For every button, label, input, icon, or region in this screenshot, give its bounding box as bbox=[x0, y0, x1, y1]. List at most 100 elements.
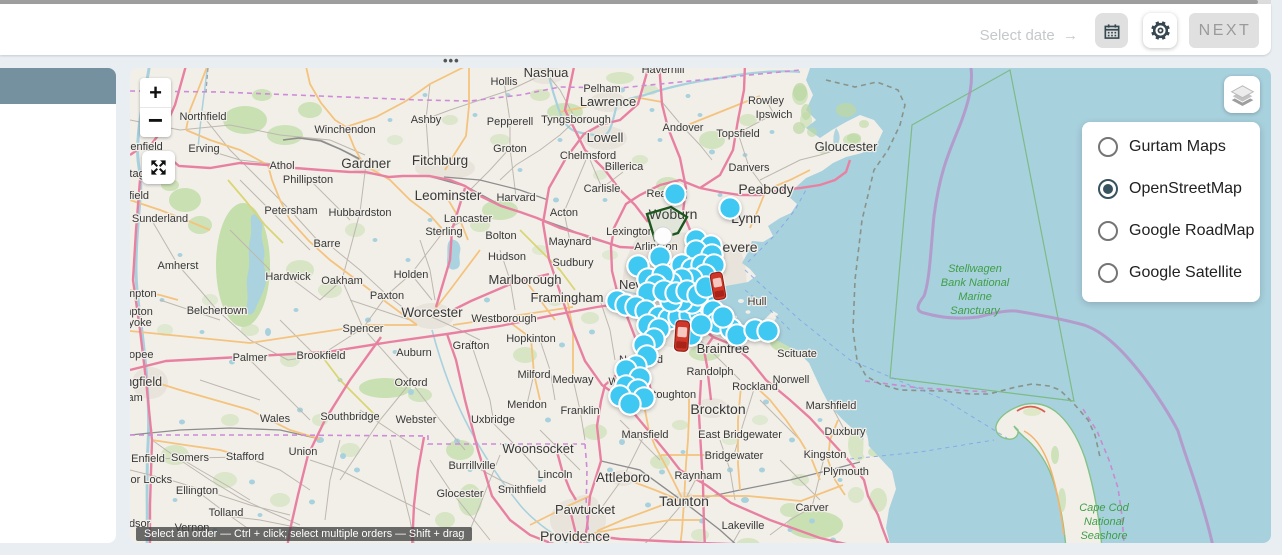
svg-text:Barre: Barre bbox=[314, 238, 341, 250]
svg-text:Brockton: Brockton bbox=[690, 401, 745, 417]
svg-text:Hopkinton: Hopkinton bbox=[506, 333, 556, 345]
svg-text:Paxton: Paxton bbox=[370, 290, 404, 302]
svg-text:Enfield: Enfield bbox=[131, 453, 165, 465]
svg-text:Holyoke: Holyoke bbox=[130, 317, 152, 329]
svg-text:Agawam: Agawam bbox=[130, 392, 143, 404]
svg-text:Marlborough: Marlborough bbox=[489, 272, 562, 287]
svg-text:Uxbridge: Uxbridge bbox=[471, 414, 515, 426]
svg-text:Ipswich: Ipswich bbox=[756, 109, 793, 121]
svg-text:Scituate: Scituate bbox=[777, 348, 817, 360]
svg-text:Winchendon: Winchendon bbox=[314, 124, 375, 136]
svg-text:Plymouth: Plymouth bbox=[823, 466, 869, 478]
svg-text:Oakham: Oakham bbox=[321, 275, 363, 287]
svg-text:Sanctuary: Sanctuary bbox=[950, 305, 1001, 317]
svg-text:Phillipston: Phillipston bbox=[283, 174, 333, 186]
svg-text:Auburn: Auburn bbox=[396, 347, 431, 359]
svg-text:East Bridgewater: East Bridgewater bbox=[698, 429, 782, 441]
svg-text:Mansfield: Mansfield bbox=[621, 429, 668, 441]
svg-text:Westborough: Westborough bbox=[471, 313, 536, 325]
svg-text:Marine: Marine bbox=[958, 291, 992, 303]
svg-text:Providence: Providence bbox=[540, 528, 610, 543]
svg-text:Hollis: Hollis bbox=[491, 76, 518, 88]
svg-text:Tolland: Tolland bbox=[209, 507, 244, 519]
svg-text:Rowley: Rowley bbox=[748, 95, 785, 107]
svg-text:Maynard: Maynard bbox=[549, 236, 592, 248]
svg-text:Erving: Erving bbox=[188, 143, 219, 155]
svg-text:Somers: Somers bbox=[171, 452, 209, 464]
svg-text:Seashore: Seashore bbox=[1080, 530, 1127, 542]
svg-text:Billerica: Billerica bbox=[605, 161, 644, 173]
svg-text:Topsfield: Topsfield bbox=[716, 128, 759, 140]
svg-text:Haverhill: Haverhill bbox=[642, 68, 685, 76]
svg-text:Southbridge: Southbridge bbox=[320, 411, 379, 423]
svg-text:Leominster: Leominster bbox=[415, 188, 482, 203]
svg-text:Smithfield: Smithfield bbox=[498, 484, 546, 496]
svg-text:Lakeville: Lakeville bbox=[722, 520, 765, 532]
svg-text:Pawtucket: Pawtucket bbox=[555, 502, 615, 517]
svg-text:Fitchburg: Fitchburg bbox=[412, 153, 468, 168]
svg-text:Hull: Hull bbox=[748, 296, 767, 308]
svg-text:Grafton: Grafton bbox=[453, 340, 490, 352]
svg-text:Bridgewater: Bridgewater bbox=[705, 450, 764, 462]
svg-text:Oxford: Oxford bbox=[394, 377, 427, 389]
svg-text:Lincoln: Lincoln bbox=[538, 469, 573, 481]
svg-text:Pepperell: Pepperell bbox=[487, 116, 533, 128]
svg-text:Chicopee: Chicopee bbox=[130, 349, 153, 361]
svg-text:Sunderland: Sunderland bbox=[132, 213, 188, 225]
svg-text:Carver: Carver bbox=[795, 502, 828, 514]
svg-text:Acton: Acton bbox=[550, 207, 578, 219]
svg-text:Sterling: Sterling bbox=[425, 226, 462, 238]
svg-text:Medway: Medway bbox=[553, 374, 594, 386]
svg-text:Ashby: Ashby bbox=[411, 114, 442, 126]
svg-text:Deerfield: Deerfield bbox=[130, 190, 149, 202]
svg-text:Marshfield: Marshfield bbox=[806, 400, 857, 412]
svg-text:Milford: Milford bbox=[517, 369, 550, 381]
svg-text:Springfield: Springfield bbox=[130, 375, 162, 389]
svg-text:Randolph: Randolph bbox=[686, 366, 733, 378]
svg-text:National: National bbox=[1084, 516, 1125, 528]
svg-text:Peabody: Peabody bbox=[738, 181, 793, 197]
svg-text:Palmer: Palmer bbox=[233, 352, 268, 364]
svg-text:Glocester: Glocester bbox=[436, 488, 483, 500]
svg-text:Attleboro: Attleboro bbox=[596, 470, 650, 485]
svg-text:Wales: Wales bbox=[260, 413, 291, 425]
svg-text:Cape Cod: Cape Cod bbox=[1079, 502, 1129, 514]
svg-text:Brookfield: Brookfield bbox=[297, 350, 346, 362]
svg-text:Lawrence: Lawrence bbox=[580, 94, 636, 109]
svg-text:Kingston: Kingston bbox=[804, 449, 847, 461]
svg-text:Holden: Holden bbox=[394, 269, 429, 281]
svg-text:Lancaster: Lancaster bbox=[444, 213, 493, 225]
svg-text:Hardwick: Hardwick bbox=[265, 271, 311, 283]
svg-text:Lexington: Lexington bbox=[606, 226, 654, 238]
svg-text:Danvers: Danvers bbox=[729, 162, 770, 174]
svg-text:Lowell: Lowell bbox=[587, 130, 624, 145]
svg-text:Tyngsborough: Tyngsborough bbox=[541, 114, 611, 126]
svg-text:Harvard: Harvard bbox=[496, 192, 535, 204]
svg-text:Andover: Andover bbox=[663, 122, 704, 134]
svg-text:Carlisle: Carlisle bbox=[584, 183, 621, 195]
svg-text:Petersham: Petersham bbox=[264, 205, 317, 217]
svg-text:Gardner: Gardner bbox=[341, 156, 391, 171]
svg-text:Ellington: Ellington bbox=[176, 485, 218, 497]
svg-text:Gloucester: Gloucester bbox=[815, 139, 879, 154]
svg-text:Bank National: Bank National bbox=[941, 277, 1010, 289]
svg-text:Union: Union bbox=[289, 446, 318, 458]
svg-text:Bolton: Bolton bbox=[485, 230, 516, 242]
svg-text:Stafford: Stafford bbox=[226, 451, 264, 463]
svg-text:Windsor Locks: Windsor Locks bbox=[130, 474, 173, 486]
svg-text:Nashua: Nashua bbox=[524, 68, 570, 80]
svg-text:Spencer: Spencer bbox=[343, 323, 384, 335]
svg-text:Raynham: Raynham bbox=[674, 470, 721, 482]
svg-text:Rockland: Rockland bbox=[732, 381, 778, 393]
svg-text:Taunton: Taunton bbox=[659, 493, 709, 509]
svg-text:Webster: Webster bbox=[396, 414, 437, 426]
svg-text:Worcester: Worcester bbox=[401, 305, 463, 320]
svg-text:Mendon: Mendon bbox=[507, 399, 547, 411]
svg-text:Athol: Athol bbox=[269, 160, 294, 172]
svg-text:Hubbardston: Hubbardston bbox=[329, 207, 392, 219]
svg-text:Sudbury: Sudbury bbox=[553, 257, 594, 269]
svg-text:Stellwagen: Stellwagen bbox=[948, 263, 1002, 275]
svg-text:Norwell: Norwell bbox=[773, 374, 810, 386]
svg-text:Franklin: Franklin bbox=[560, 405, 599, 417]
svg-text:Duxbury: Duxbury bbox=[825, 426, 866, 438]
